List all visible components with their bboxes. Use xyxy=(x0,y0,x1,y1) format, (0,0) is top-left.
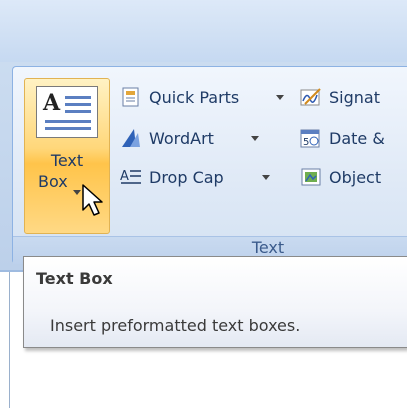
mouse-cursor-icon xyxy=(82,184,106,222)
svg-text:A: A xyxy=(120,169,129,184)
wordart-dropdown-arrow-icon xyxy=(251,136,259,141)
signature-line-icon xyxy=(300,87,322,107)
quick-parts-dropdown-arrow-icon xyxy=(276,95,284,100)
text-box-label-line1: Text xyxy=(50,151,84,170)
svg-text:5: 5 xyxy=(303,137,309,148)
drop-cap-button[interactable]: A Drop Cap xyxy=(120,164,224,190)
wordart-button[interactable]: WordArt xyxy=(120,125,214,151)
object-label: Object xyxy=(329,167,382,187)
group-label: Text xyxy=(251,238,285,257)
quick-parts-icon xyxy=(120,87,142,107)
date-time-button[interactable]: 5 Date & xyxy=(300,125,385,151)
object-icon xyxy=(300,167,322,187)
tooltip-title: Text Box xyxy=(36,269,113,288)
quick-parts-label: Quick Parts xyxy=(149,87,240,107)
text-box-label-line2: Box xyxy=(38,172,68,191)
object-button[interactable]: Object xyxy=(300,164,381,190)
date-time-icon: 5 xyxy=(300,128,322,148)
drop-cap-label: Drop Cap xyxy=(149,167,224,187)
drop-cap-dropdown-arrow-icon xyxy=(262,175,270,180)
signature-line-label: Signat xyxy=(329,87,380,107)
ribbon-tab-strip xyxy=(0,0,407,62)
text-box-dropdown-arrow-icon xyxy=(73,190,81,195)
document-left-border xyxy=(9,272,10,408)
quick-parts-button[interactable]: Quick Parts xyxy=(120,84,239,110)
wordart-icon xyxy=(120,128,142,148)
text-box-icon: A xyxy=(36,86,98,138)
wordart-label: WordArt xyxy=(149,128,214,148)
drop-cap-icon: A xyxy=(120,167,142,187)
signature-line-button[interactable]: Signat xyxy=(300,84,380,110)
date-time-label: Date & xyxy=(329,128,385,148)
tooltip-description: Insert preformatted text boxes. xyxy=(50,316,301,335)
